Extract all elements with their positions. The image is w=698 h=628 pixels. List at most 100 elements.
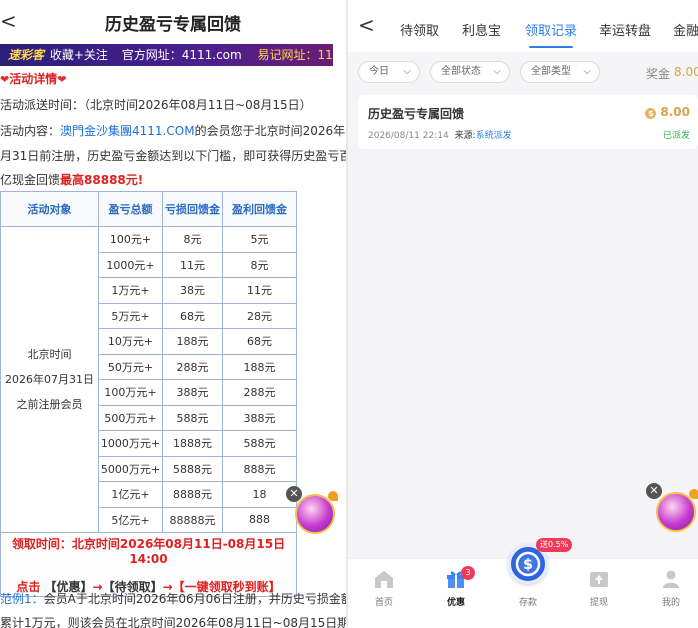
chevron-down-icon: ⌵ <box>403 66 411 77</box>
threshold-cell: 1万元+ <box>98 277 163 304</box>
loss-reward-cell: 188元 <box>162 328 223 355</box>
target-cell: 北京时间 2026年07月31日 之前注册会员 <box>0 226 99 533</box>
filter-status-label: 全部状态 <box>441 66 481 77</box>
records-header: < 待领取 利息宝 领取记录 幸运转盘 金融 <box>348 0 698 52</box>
table-header-row: 活动对象 盈亏总额 亏损回馈金 盈利回馈金 <box>0 191 297 227</box>
nav-withdraw[interactable]: 提现 <box>574 569 624 608</box>
promo-banner[interactable]: 速彩客 收藏+关注 官方网址：4111.com 易记网址：111.tc <box>0 44 333 66</box>
threshold-cell: 100万元+ <box>98 379 163 406</box>
record-card[interactable]: 历史盈亏专属回馈 $8.00 2026/08/11 22:14 来源:系统派发 已… <box>358 95 698 149</box>
table-footer: 领取时间：北京时间2026年08月11日-08月15日14:00 点击 【优惠】→… <box>0 532 297 597</box>
threshold-cell: 1亿元+ <box>98 481 163 508</box>
nav-profile-label: 我的 <box>661 598 680 608</box>
chevron-down-icon: ⌵ <box>583 66 591 77</box>
nav-home[interactable]: 首页 <box>359 569 409 608</box>
loss-reward-cell: 8888元 <box>162 481 223 508</box>
tab-pending[interactable]: 待领取 <box>400 20 439 39</box>
bonus-total: 8.00 <box>674 65 698 79</box>
deposit-coin-icon: $ <box>515 551 541 577</box>
filter-date-label: 今日 <box>369 66 389 77</box>
record-source-value: 系统派发 <box>475 131 512 141</box>
nav-withdraw-label: 提现 <box>589 598 608 608</box>
threshold-cell: 5000万元+ <box>98 455 163 482</box>
loss-reward-cell: 68元 <box>162 302 223 329</box>
home-icon <box>375 571 393 588</box>
nav-promotions[interactable]: 优惠 3 <box>431 566 481 608</box>
table-footer-row: 领取时间：北京时间2026年08月11日-08月15日14:00 点击 【优惠】→… <box>0 532 297 597</box>
banner-slogan: 收藏+关注 <box>49 48 108 62</box>
tab-records[interactable]: 领取记录 <box>525 20 577 39</box>
promo-header: < 历史盈亏专属回馈 <box>0 0 346 44</box>
threshold-cell: 10万元+ <box>98 328 163 355</box>
dispatch-time: 活动派送时间：（北京时间2026年08月11日~08月15日） <box>0 98 312 112</box>
loss-reward-cell: 588元 <box>162 404 223 431</box>
loss-reward-cell: 1888元 <box>162 430 223 457</box>
gift-float-button[interactable] <box>295 491 338 534</box>
back-button[interactable]: < <box>358 13 375 37</box>
nav-profile[interactable]: 我的 <box>646 569 696 608</box>
loss-reward-cell: 88888元 <box>162 506 223 533</box>
status-badge: 已派发 <box>662 131 690 141</box>
example-label: 范例1： <box>0 592 44 606</box>
gift-bow-icon <box>328 491 338 501</box>
profit-reward-cell: 188元 <box>222 353 297 380</box>
profit-reward-cell: 68元 <box>222 328 297 355</box>
filter-type[interactable]: 全部类型 ⌵ <box>520 61 600 83</box>
content-line-1: 活动内容：澳門金沙集團4111.COM的会员您于北京时间2026年07 <box>0 122 346 139</box>
loss-reward-cell: 388元 <box>162 379 223 406</box>
coin-icon: $ <box>645 108 657 119</box>
banner-logo: 速彩客 <box>8 48 45 62</box>
profit-reward-cell: 388元 <box>222 404 297 431</box>
example-line-1: 范例1：会员A于北京时间2026年06月06日注册，并历史亏损金额 <box>0 590 346 607</box>
example-line-2: 累计1万元，则该会员在北京时间2026年08月11日~08月15日期间 <box>0 616 346 628</box>
profit-reward-cell: 8元 <box>222 251 297 278</box>
chevron-down-icon: ⌵ <box>493 66 501 77</box>
brand-link[interactable]: 澳門金沙集團4111.COM <box>60 124 195 138</box>
example-text: 会员A于北京时间2026年06月06日注册，并历史亏损金额 <box>43 592 346 606</box>
tab-finance[interactable]: 金融 <box>673 20 698 39</box>
profit-reward-cell: 288元 <box>222 379 297 406</box>
loss-reward-cell: 5888元 <box>162 455 223 482</box>
content-line-3: 亿现金回馈最高88888元! <box>0 171 143 188</box>
gift-bow-icon <box>689 489 698 499</box>
claim-time: 领取时间：北京时间2026年08月11日-08月15日14:00 <box>11 536 286 566</box>
user-icon <box>663 570 679 588</box>
promo-detail-panel: < 历史盈亏专属回馈 速彩客 收藏+关注 官方网址：4111.com 易记网址：… <box>0 0 346 628</box>
record-meta: 2026/08/11 22:14 来源:系统派发 <box>368 128 512 141</box>
detail-heading-text: 活动详情 <box>9 72 58 86</box>
threshold-cell: 5亿元+ <box>98 506 163 533</box>
close-icon[interactable]: ✕ <box>646 483 662 499</box>
loss-reward-cell: 8元 <box>162 226 223 253</box>
page-title: 历史盈亏专属回馈 <box>105 15 241 35</box>
nav-deposit-label[interactable]: 存款 <box>508 595 548 608</box>
svg-text:$: $ <box>523 557 533 573</box>
tab-lucky-wheel[interactable]: 幸运转盘 <box>599 20 651 39</box>
content-mid: 的会员您于北京时间2026年07 <box>194 124 346 138</box>
profit-reward-cell: 888 <box>222 506 297 533</box>
target-line: 2026年07月31日 <box>5 373 94 386</box>
header-profit-reward: 盈利回馈金 <box>222 191 297 227</box>
profit-reward-cell: 888元 <box>222 455 297 482</box>
gift-float-button[interactable] <box>656 489 698 532</box>
detail-heading: ❤活动详情❤ <box>0 70 66 87</box>
profit-reward-cell: 11元 <box>222 277 297 304</box>
record-amount-value: 8.00 <box>660 105 690 119</box>
profit-reward-cell: 588元 <box>222 430 297 457</box>
threshold-cell: 5万元+ <box>98 302 163 329</box>
tab-interest[interactable]: 利息宝 <box>462 20 501 39</box>
threshold-cell: 1000万元+ <box>98 430 163 457</box>
reward-table: 活动对象 盈亏总额 亏损回馈金 盈利回馈金 北京时间 2026年07月31日 之前注… <box>0 191 297 597</box>
record-source-label: 来源: <box>454 131 476 141</box>
header-loss-reward: 亏损回馈金 <box>162 191 223 227</box>
filter-status[interactable]: 全部状态 ⌵ <box>430 61 510 83</box>
filter-date[interactable]: 今日 ⌵ <box>358 61 420 83</box>
threshold-cell: 1000元+ <box>98 251 163 278</box>
loss-reward-cell: 38元 <box>162 277 223 304</box>
record-time: 2026/08/11 22:14 <box>368 131 449 141</box>
max-reward-highlight: 最高88888元! <box>60 173 144 187</box>
banner-alt-site: 易记网址：111.tc <box>257 48 333 62</box>
record-title: 历史盈亏专属回馈 <box>368 107 465 121</box>
withdraw-icon <box>590 572 608 587</box>
deposit-bonus-badge: 送0.5% <box>536 538 573 552</box>
threshold-cell: 500万元+ <box>98 404 163 431</box>
